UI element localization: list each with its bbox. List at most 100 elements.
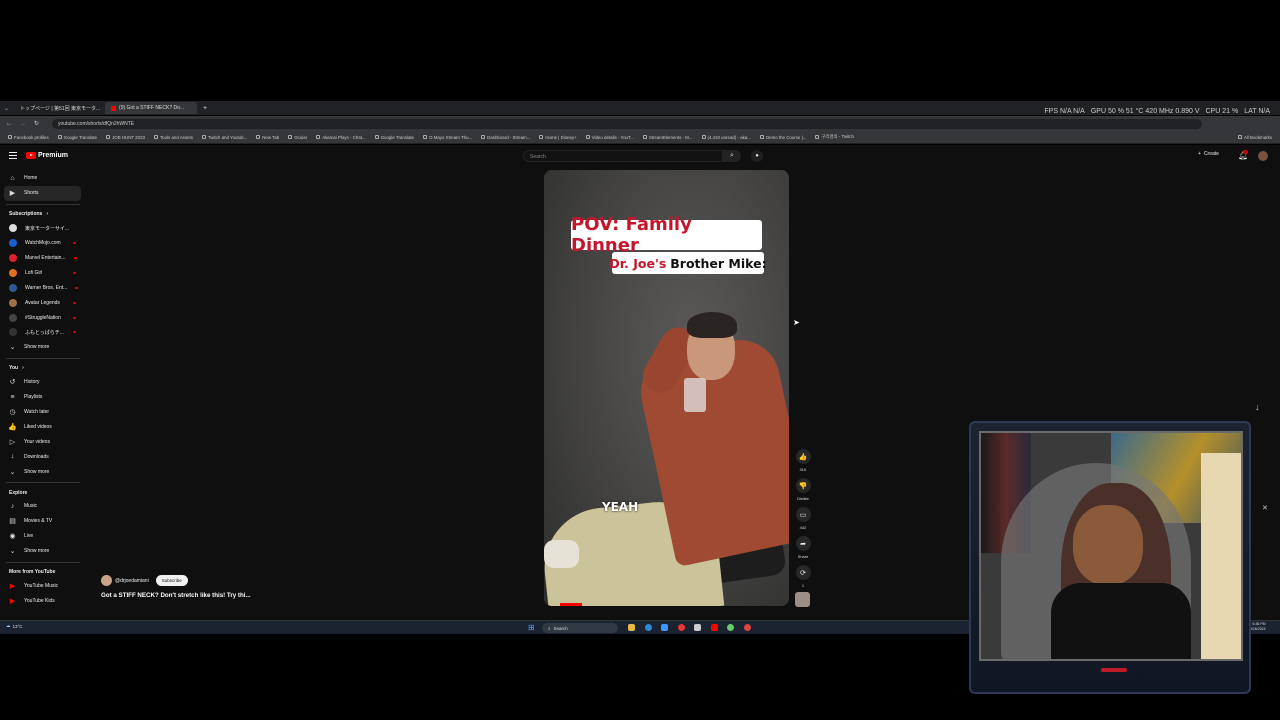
store-icon[interactable] [661,624,668,631]
bookmark-icon [539,135,544,139]
taskbar-search[interactable]: ⌕ Search [542,623,618,633]
back-icon[interactable]: ← [6,121,12,127]
sidebar-section-heading[interactable]: You › [0,362,86,375]
sidebar-section-heading[interactable]: Subscriptions › [0,208,86,221]
windows-start-icon[interactable]: ⊞ [528,623,535,632]
bookmark-item[interactable]: Akamai Plays - Chat... [316,135,366,140]
chevron-right-icon: › [46,211,49,218]
sidebar-item-liked-videos[interactable]: 👍 Liked videos [0,419,86,434]
sidebar-item-shorts[interactable]: ▶ Shorts [4,185,81,201]
sidebar-item-label: Music [24,503,38,510]
sidebar-item-downloads[interactable]: ↓ Downloads [0,449,86,464]
sidebar-item-[interactable]: ふもとっぱらチ... [0,325,86,340]
sidebar-item-[interactable]: 東京モーターサイ... [0,221,86,236]
sidebar-item-youtube-music[interactable]: ▶ YouTube Music [0,579,86,594]
show-more-button[interactable]: ⌄ Show more [0,340,86,355]
channel-avatar [9,283,17,292]
divider [6,561,80,563]
bookmark-item[interactable]: 구리명의 - Twitch [815,134,854,140]
search-input[interactable]: Search [523,150,723,162]
app-icon[interactable] [744,624,751,631]
sidebar-section-heading[interactable]: More from YouTube [0,566,86,579]
sidebar-item-warner-bros-ent[interactable]: Warner Bros. Ent... [0,280,86,295]
bookmark-item[interactable]: Facebook profiles [8,135,49,140]
bookmark-item[interactable]: StreamElements - M... [642,135,693,140]
sidebar-item-live[interactable]: ◉ Live [0,529,86,544]
sidebar-item-watchmojo-com[interactable]: WatchMojo.com [0,236,86,251]
create-label: Create [1203,151,1219,157]
next-short-button[interactable]: ↓ [1255,402,1260,412]
bookmark-item[interactable]: Ocular [288,135,307,140]
bookmark-item[interactable]: Tools and Assets [153,135,193,140]
bookmark-item[interactable]: Video details - YouT... [585,135,634,140]
bookmark-item[interactable]: Twitch and Youtub... [201,135,247,140]
show-more-button[interactable]: ⌄ Show more [0,544,86,559]
progress-bar[interactable] [560,603,583,606]
sidebar-item-home[interactable]: ⌂ Home [0,171,86,186]
bookmark-icon [201,135,206,139]
channel-thumbnail[interactable] [795,592,810,607]
bookmark-item[interactable]: Home | Disney+ [539,135,577,140]
webcam-frame-accent [1101,668,1127,672]
tab-list-icon[interactable]: ⌄ [4,105,9,112]
sidebar-item-music[interactable]: ♪ Music [0,499,86,514]
app-icon[interactable] [694,624,701,631]
bookmark-item[interactable]: JOB HUNT 2023 [106,135,145,140]
sidebar-item-playlists[interactable]: ≡ Playlists [0,390,86,405]
url-field[interactable]: youtube.com/shorts/dfQn2hWNTE [52,118,1202,129]
clock[interactable]: 6:36 PM 9/26/2024 [1250,622,1266,632]
sidebar-item-your-videos[interactable]: ▷ Your videos [0,434,86,449]
edge-icon[interactable] [645,624,652,631]
forward-icon[interactable]: → [20,121,26,127]
bookmark-item[interactable]: Demo the Course |... [759,135,806,140]
bookmark-label: Dashboard - Stream... [487,134,531,140]
sidebar-item-marvel-entertain[interactable]: Marvel Entertain... [0,251,86,266]
short-video-player[interactable]: POV: Family Dinner Dr. Joe's Brother Mik… [544,170,789,606]
sidebar-item-history[interactable]: ↺ History [0,375,86,390]
like-button[interactable]: 👍 31K [793,449,813,478]
close-icon[interactable]: ✕ [1262,504,1268,512]
temperature: 13°C [12,623,23,629]
app-icon[interactable] [727,624,734,631]
subscribe-button[interactable]: Subscribe [155,575,188,586]
menu-icon[interactable] [9,152,17,159]
cpu-readout: CPU 21 % [1205,108,1239,115]
reload-icon[interactable]: ↻ [34,120,39,127]
bookmark-item[interactable]: All Bookmarks [1237,135,1272,140]
youtube-app-icon[interactable] [711,624,718,631]
tab-youtube-short[interactable]: (9) Got a STIFF NECK? Do... [105,102,198,114]
chrome-icon[interactable] [678,624,685,631]
new-tab-button[interactable]: + [203,105,207,112]
sidebar-item-watch-later[interactable]: ◷ Watch later [0,405,86,420]
weather-widget[interactable]: ☁ 13°C [6,623,23,629]
channel-avatar [9,298,17,307]
tab-tokyo-motor[interactable]: トップページ | 第51回 東京モータ... [11,102,103,114]
bookmark-item[interactable]: O Mayo Stream Thu... [423,135,472,140]
remix-button[interactable]: ⟳ 1 [793,565,813,594]
search-button[interactable]: ⌕ [723,150,741,162]
video-title[interactable]: Got a STIFF NECK? Don't stretch like thi… [101,592,251,599]
show-more-button[interactable]: ⌄ Show more [0,464,86,479]
bookmark-item[interactable]: Google Translate [374,135,414,140]
dislike-button[interactable]: 👎 Dislike [793,478,813,507]
bookmark-item[interactable]: New Tab [256,135,279,140]
comment-button[interactable]: ▭ 442 [793,507,813,536]
file-explorer-icon[interactable] [628,624,635,631]
bookmark-item[interactable]: Google Translate [57,135,97,140]
sidebar-item-strugglenation[interactable]: #StruggleNation [0,310,86,325]
bookmark-item[interactable]: (4,410 unread) - aka... [701,135,751,140]
avatar[interactable] [1258,151,1268,161]
share-button[interactable]: ➦ Share [793,536,813,565]
sidebar-item-avatar-legends[interactable]: Avatar Legends [0,295,86,310]
channel-avatar[interactable] [101,575,112,586]
create-button[interactable]: + Create [1198,151,1219,157]
bookmark-item[interactable]: Dashboard - Stream... [481,135,530,140]
sidebar-item-movies-tv[interactable]: ▤ Movies & TV [0,514,86,529]
fps-readout: FPS N/A N/A [1044,108,1085,115]
sidebar-item-youtube-kids[interactable]: ▶ YouTube Kids [0,593,86,608]
voice-search-button[interactable]: ● [751,150,763,162]
youtube-logo[interactable]: Premium [26,152,68,159]
channel-name[interactable]: @drjoedamiani [115,578,149,584]
sidebar-item-lofi-girl[interactable]: Lofi Girl [0,265,86,280]
sidebar-section-heading[interactable]: Explore [0,486,86,499]
